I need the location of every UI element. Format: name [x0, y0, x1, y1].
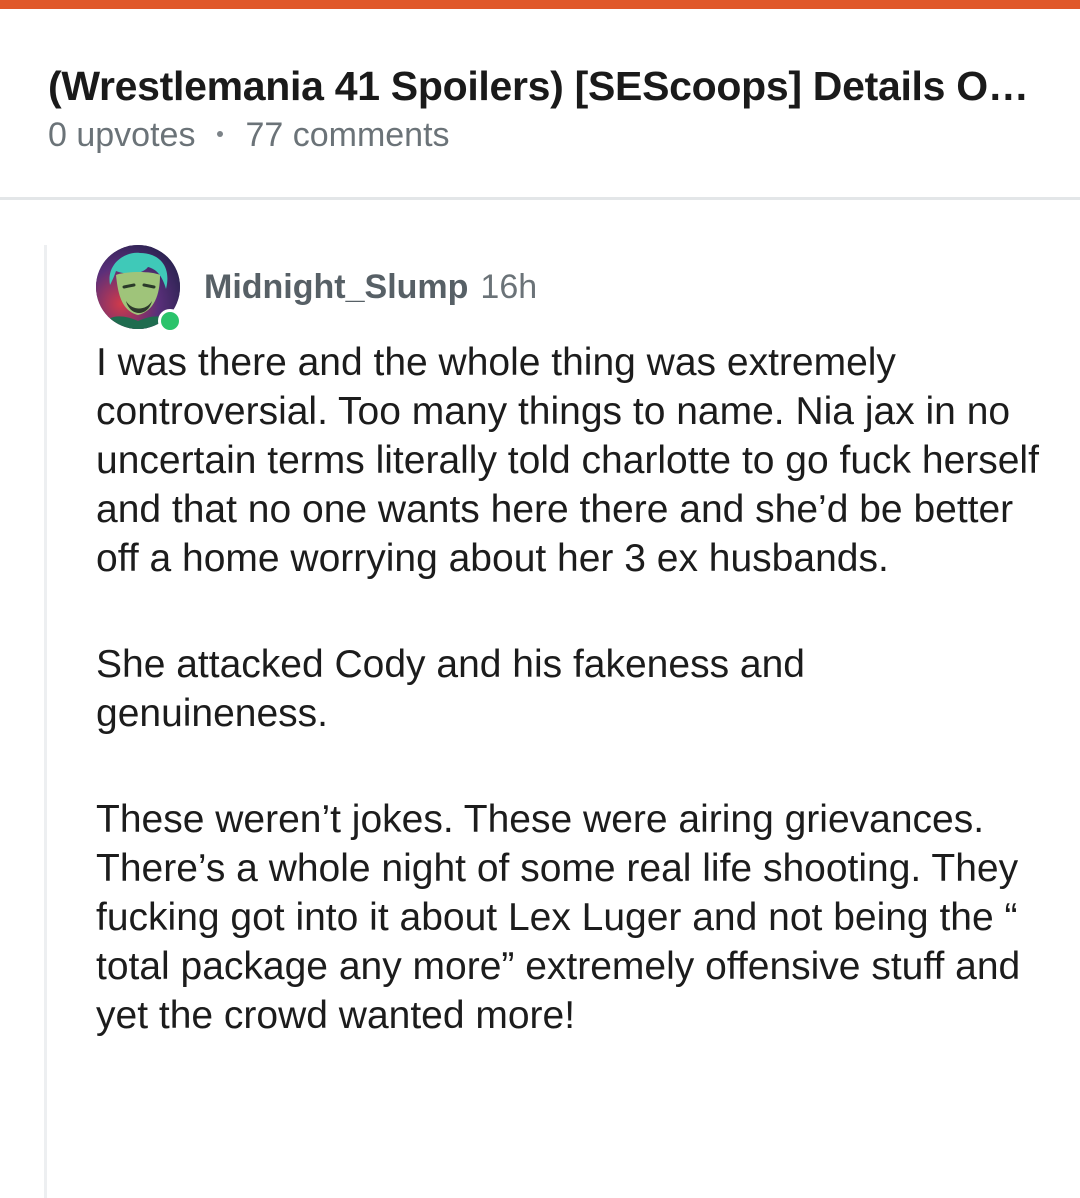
post-header[interactable]: (Wrestlemania 41 Spoilers) [SEScoops] De…	[0, 9, 1080, 198]
upvote-count: 0 upvotes	[48, 116, 196, 154]
thread-line[interactable]	[44, 245, 47, 1198]
post-meta: 0 upvotes 77 comments	[48, 115, 450, 155]
comment-timestamp: 16h	[480, 268, 538, 306]
header-divider	[0, 197, 1080, 200]
comment-count[interactable]: 77 comments	[245, 115, 449, 155]
top-accent-bar	[0, 0, 1080, 9]
comment-paragraph-2: She attacked Cody and his fakeness and g…	[96, 643, 805, 735]
author-username[interactable]: Midnight_Slump	[204, 268, 468, 306]
online-status-dot	[158, 309, 182, 333]
comment-paragraph-1: I was there and the whole thing was extr…	[96, 341, 1039, 580]
comment-body: I was there and the whole thing was extr…	[96, 338, 1046, 1097]
separator-dot	[217, 131, 224, 137]
post-title[interactable]: (Wrestlemania 41 Spoilers) [SEScoops] De…	[48, 61, 1038, 111]
comment-paragraph-3: These weren’t jokes. These were airing g…	[96, 798, 1021, 1037]
comment-author-line: Midnight_Slump 16h	[204, 267, 537, 307]
